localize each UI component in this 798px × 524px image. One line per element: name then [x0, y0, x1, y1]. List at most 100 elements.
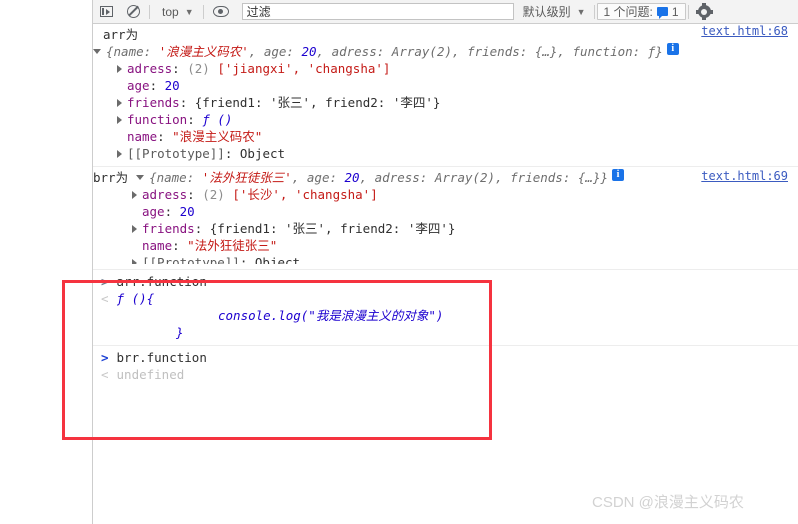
log-label-arr: arr为 [103, 27, 139, 42]
issues-button[interactable]: 1 个问题: 1 [596, 3, 686, 20]
disclosure-triangle-adress[interactable] [117, 65, 122, 73]
command-input-row-arr[interactable]: > arr.function [93, 273, 798, 290]
console-settings-button[interactable] [691, 0, 718, 24]
preview-name-key-brr: name: [156, 170, 202, 185]
source-link-brr[interactable]: text.html:69 [701, 169, 788, 183]
property-value-name: "浪漫主义码农" [172, 129, 263, 144]
toolbar-divider-2 [202, 4, 204, 19]
object-preview-row-arr[interactable]: {name: '浪漫主义码农', age: 20, adress: Array(… [93, 43, 798, 60]
disclosure-triangle-prototype[interactable] [117, 150, 122, 158]
command-output-row-arr-2: console.log("我是浪漫主义的对象") [93, 307, 798, 324]
chevron-down-icon-level: ▼ [576, 6, 586, 17]
console-message-arr[interactable]: text.html:68 arr为 {name: '浪漫主义码农', age: … [93, 24, 798, 163]
execution-context-selector[interactable]: top ▼ [152, 0, 201, 24]
issues-count: 1 [671, 4, 679, 19]
preview-sep-1-brr: , [291, 170, 307, 185]
preview-age-key: age: [263, 44, 302, 59]
preview-friends-value-brr: {…} [577, 170, 601, 185]
command-output-arr-line3: } [176, 325, 184, 340]
preview-function-key: function: [572, 44, 648, 59]
preview-sep-1: , [248, 44, 264, 59]
preview-open-brace: { [106, 44, 114, 59]
object-preview-row-brr[interactable]: brr为 {name: '法外狂徒张三', age: 20, adress: A… [93, 169, 798, 186]
preview-sep-3-brr: , [495, 170, 511, 185]
preview-adress-value: Array(2) [391, 44, 453, 59]
property-row-friends[interactable]: friends: {friend1: '张三', friend2: '李四'} [93, 94, 798, 111]
live-expression-button[interactable] [206, 0, 236, 24]
eye-icon [212, 6, 229, 17]
log-label-brr: brr为 [93, 170, 129, 185]
property-count-adress-brr: (2) [202, 187, 225, 202]
console-command-arr-function[interactable]: > arr.function < ƒ (){ console.log("我是浪漫… [93, 269, 798, 342]
preview-friends-value: {…} [534, 44, 558, 59]
sidebar-panel-button[interactable] [93, 0, 120, 24]
preview-close-brace-brr: } [600, 170, 608, 185]
command-input-arr: arr.function [116, 274, 207, 289]
disclosure-triangle-friends[interactable] [117, 99, 122, 107]
command-input-row-brr[interactable]: > brr.function [93, 349, 798, 366]
toolbar-divider-4 [687, 4, 689, 19]
clear-console-button[interactable] [120, 0, 147, 24]
page-viewport-area [0, 0, 93, 524]
property-row-prototype-brr[interactable]: [[Prototype]]: Object [93, 254, 798, 264]
preview-adress-key-brr: adress: [374, 170, 435, 185]
info-badge-arr[interactable]: i [666, 43, 679, 55]
preview-friends-key-brr: friends: [510, 170, 578, 185]
property-value-adress-brr: ['长沙', 'changsha'] [232, 187, 378, 202]
disclosure-triangle-adress-brr[interactable] [132, 191, 137, 199]
preview-open-brace-brr: { [149, 170, 157, 185]
property-key-function: function [127, 112, 188, 127]
property-value-friends-brr: {friend1: '张三', friend2: '李四'} [209, 221, 456, 236]
command-output-row-arr-3: } [93, 324, 798, 341]
disclosure-triangle-prototype-brr[interactable] [132, 259, 137, 264]
console-message-brr[interactable]: text.html:69 brr为 {name: '法外狂徒张三', age: … [93, 166, 798, 265]
info-badge-brr[interactable]: i [612, 169, 624, 181]
preview-name-value-brr: '法外狂徒张三' [201, 170, 292, 185]
execution-context-label: top [162, 4, 179, 19]
log-label-row-arr: arr为 [93, 26, 798, 43]
disclosure-triangle-brr[interactable] [136, 175, 145, 180]
preview-name-key: name: [113, 44, 159, 59]
console-command-brr-function[interactable]: > brr.function < undefined [93, 345, 798, 384]
source-link-arr[interactable]: text.html:68 [701, 24, 788, 38]
property-value-friends: {friend1: '张三', friend2: '李四'} [194, 95, 441, 110]
preview-age-key-brr: age: [306, 170, 345, 185]
property-key-name: name [127, 129, 158, 144]
property-row-name-brr: name: "法外狂徒张三" [142, 238, 278, 253]
property-row-age-brr: age: 20 [142, 204, 195, 219]
disclosure-triangle-friends-brr[interactable] [132, 225, 137, 233]
gear-icon [695, 3, 713, 20]
filter-input[interactable]: 过滤 [241, 3, 514, 20]
screenshot-root: top ▼ 过滤 默认级别 ▼ 1 个问题: 1 text.html:68 ar… [0, 0, 798, 524]
property-row-name: name: "浪漫主义码农" [127, 129, 263, 144]
disclosure-triangle-arr[interactable] [93, 49, 101, 54]
output-prompt-icon-brr: < [101, 367, 109, 382]
property-key-friends-brr: friends [142, 221, 195, 236]
devtools-console-toolbar: top ▼ 过滤 默认级别 ▼ 1 个问题: 1 [93, 0, 798, 24]
command-output-brr: undefined [116, 367, 185, 382]
output-prompt-icon: < [101, 291, 109, 306]
property-row-function[interactable]: function: ƒ () [93, 111, 798, 128]
property-key-adress: adress [127, 61, 173, 76]
property-value-age: 20 [164, 78, 180, 93]
preview-sep-2-brr: , [359, 170, 375, 185]
preview-sep-2: , [316, 44, 332, 59]
command-output-row-arr[interactable]: < ƒ (){ [93, 290, 798, 307]
command-output-row-brr: < undefined [93, 366, 798, 383]
toolbar-divider-1 [149, 4, 150, 19]
preview-age-value-brr: 20 [344, 170, 360, 185]
toolbar-divider-3 [593, 4, 595, 19]
command-output-arr-line2: console.log("我是浪漫主义的对象") [218, 308, 444, 323]
preview-sep-4: , [557, 44, 573, 59]
log-level-selector[interactable]: 默认级别 ▼ [514, 3, 592, 20]
property-row-friends-brr[interactable]: friends: {friend1: '张三', friend2: '李四'} [93, 220, 798, 237]
preview-adress-value-brr: Array(2) [434, 170, 496, 185]
disclosure-triangle-function[interactable] [117, 116, 122, 124]
property-key-adress-brr: adress [142, 187, 188, 202]
command-output-arr-line1: ƒ (){ [116, 291, 155, 306]
property-value-prototype-brr: Object [254, 255, 301, 264]
issues-label: 1 个问题: [603, 5, 653, 19]
property-row-adress[interactable]: adress: (2) ['jiangxi', 'changsha'] [93, 60, 798, 77]
property-row-prototype[interactable]: [[Prototype]]: Object [93, 145, 798, 162]
property-row-adress-brr[interactable]: adress: (2) ['长沙', 'changsha'] [93, 186, 798, 203]
